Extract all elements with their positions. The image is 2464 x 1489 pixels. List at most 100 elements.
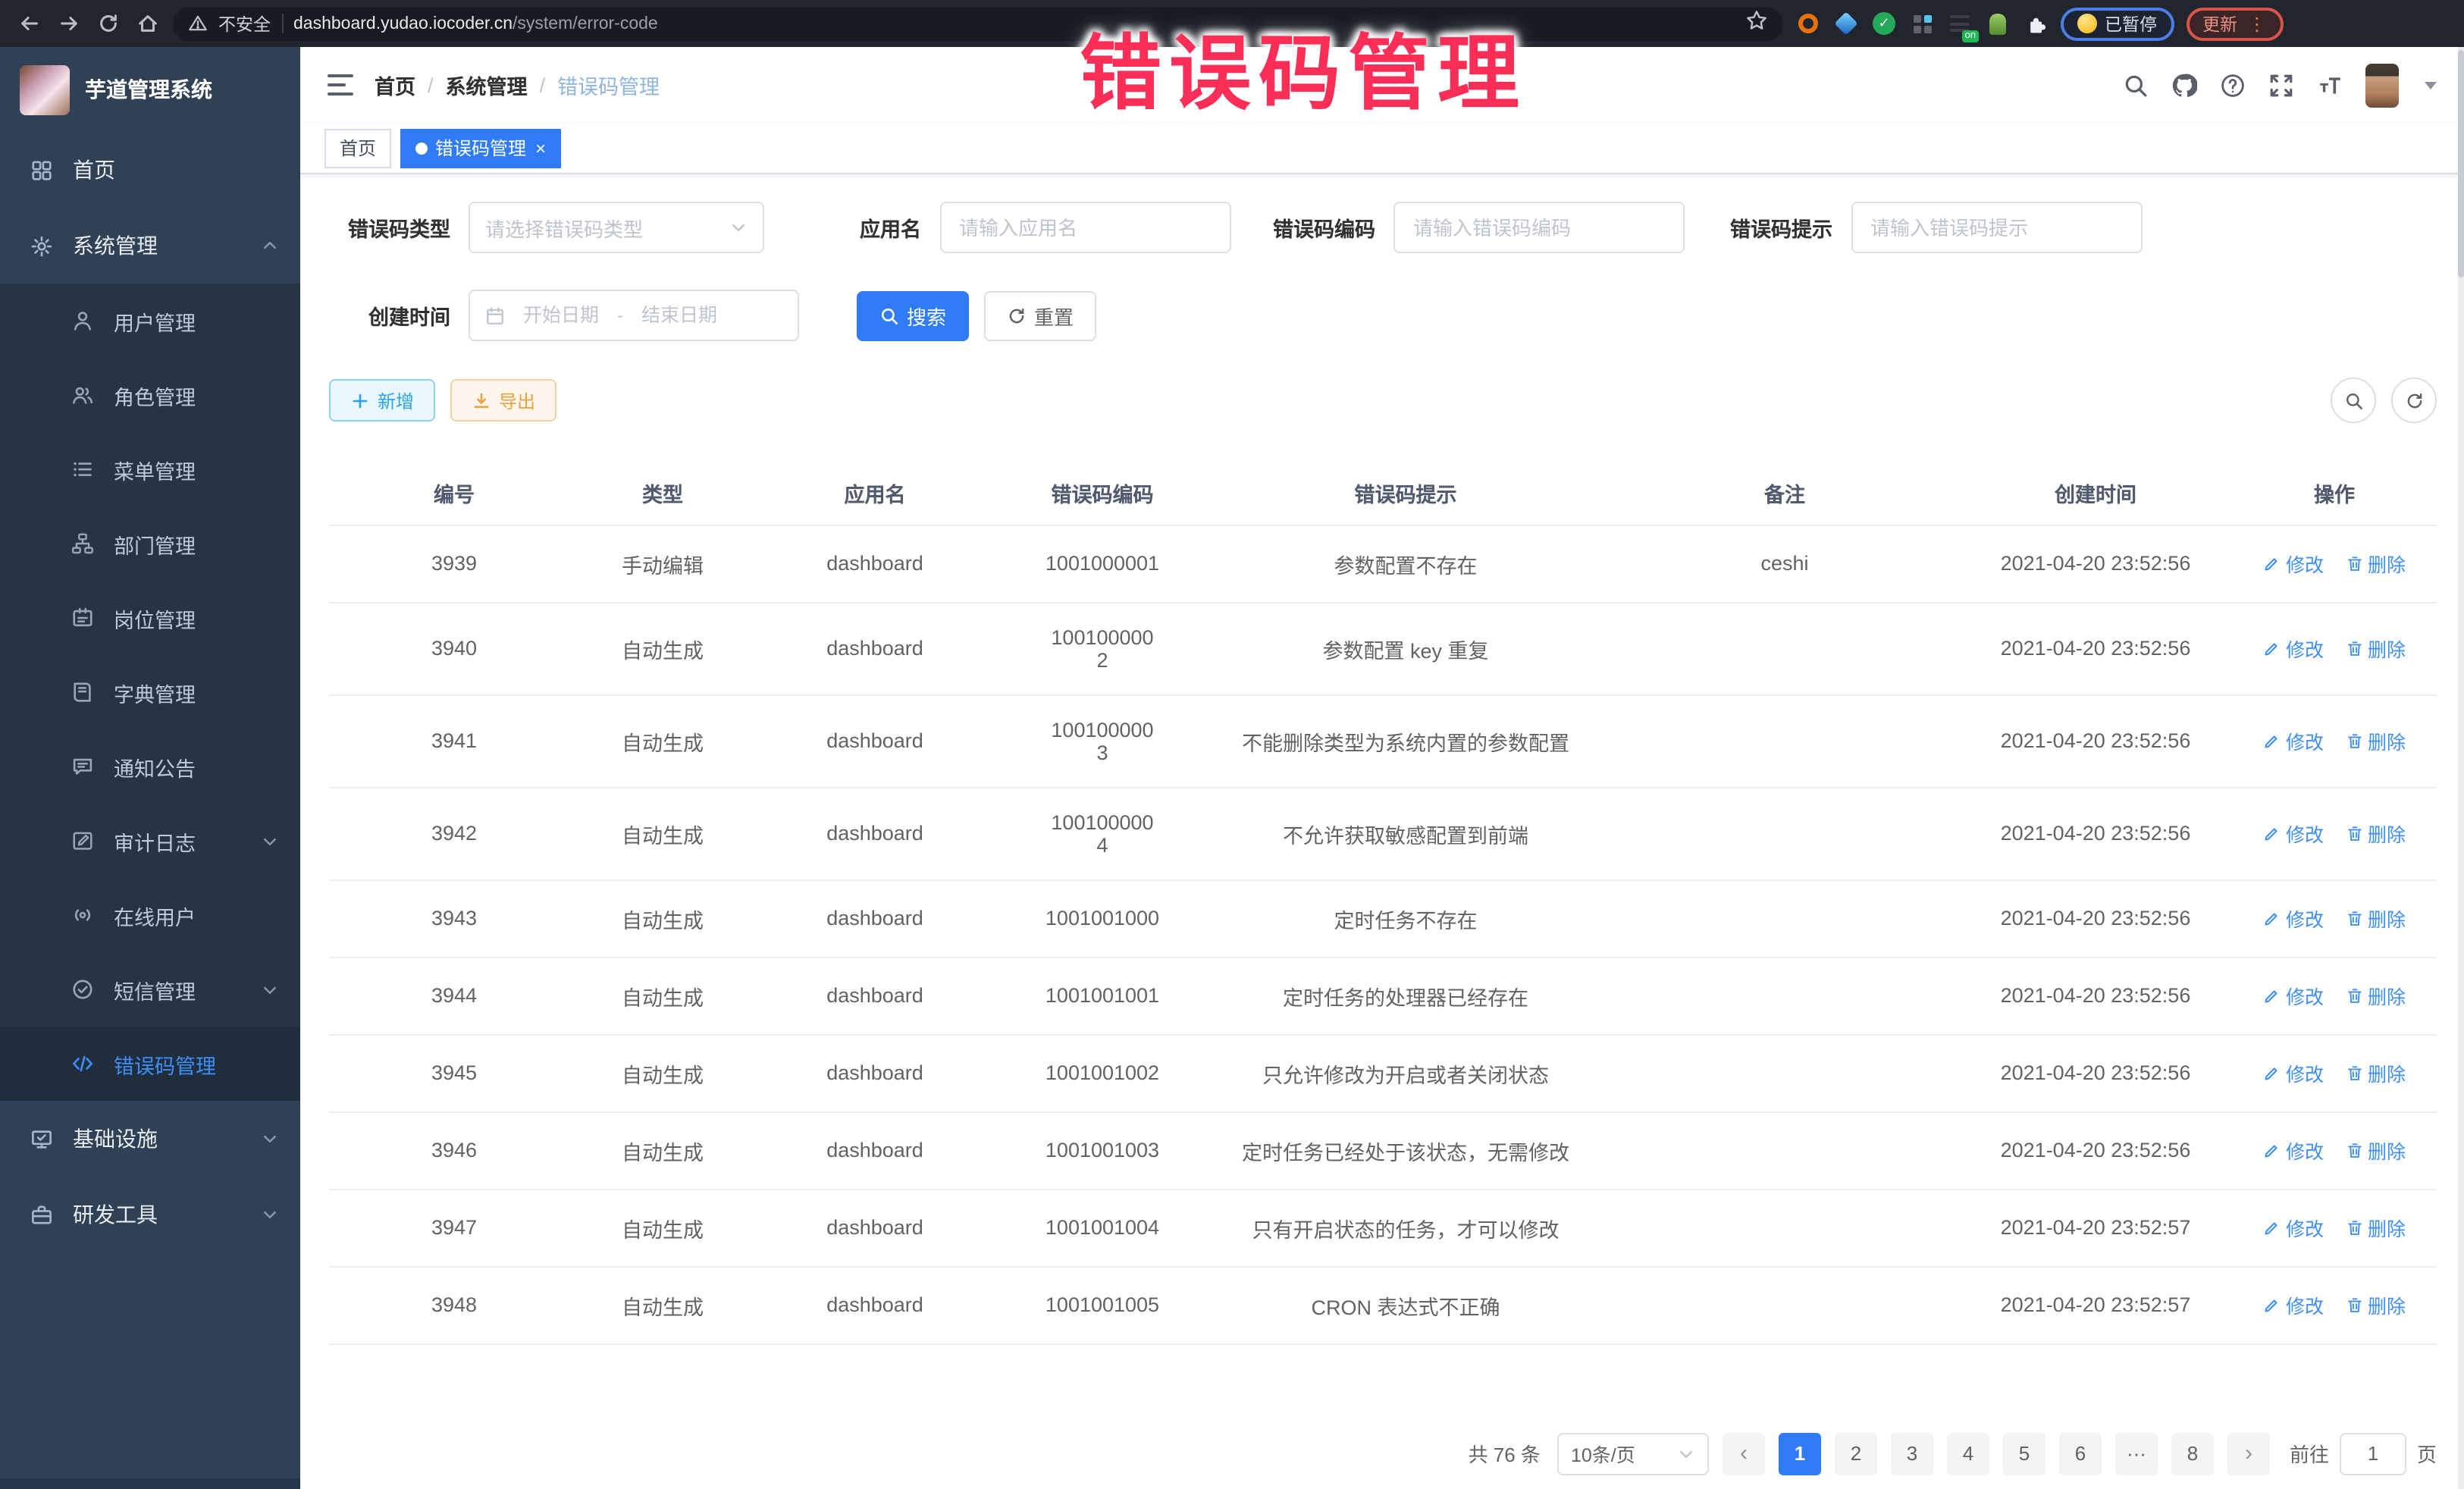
user-menu-caret-icon[interactable]	[2425, 81, 2437, 89]
export-button[interactable]: 导出	[450, 379, 556, 422]
sidebar-item-label: 首页	[73, 155, 115, 185]
sidebar-item-sms[interactable]: 短信管理	[0, 952, 300, 1027]
delete-link[interactable]: 删除	[2345, 981, 2406, 1010]
delete-link[interactable]: 删除	[2345, 726, 2406, 755]
extension-grid-icon[interactable]	[1909, 11, 1935, 36]
extension-key-icon[interactable]	[1985, 11, 2011, 36]
delete-link[interactable]: 删除	[2345, 1136, 2406, 1165]
error-code-input[interactable]	[1413, 216, 1665, 239]
page-button-5[interactable]: 5	[2003, 1432, 2045, 1475]
sidebar-item-roles[interactable]: 角色管理	[0, 358, 300, 432]
bookmark-star-icon[interactable]	[1745, 8, 1768, 39]
toggle-search-button[interactable]	[2331, 378, 2376, 423]
prev-page-button[interactable]: ‹	[1723, 1432, 1765, 1475]
app-logo-row[interactable]: 芋道管理系统	[0, 47, 300, 132]
start-date-input[interactable]	[514, 305, 608, 326]
edit-link[interactable]: 修改	[2263, 981, 2324, 1010]
page-button-2[interactable]: 2	[1835, 1432, 1877, 1475]
browser-menu-icon[interactable]: ⋮	[2248, 14, 2266, 33]
app-title: 芋道管理系统	[85, 74, 212, 105]
tab-error-code[interactable]: 错误码管理 ×	[400, 128, 561, 168]
create-time-label: 创建时间	[329, 300, 450, 331]
reload-icon[interactable]	[94, 10, 121, 37]
sidebar-item-notices[interactable]: 通知公告	[0, 729, 300, 804]
next-page-button[interactable]: ›	[2227, 1432, 2270, 1475]
page-button-8[interactable]: 8	[2171, 1432, 2214, 1475]
close-icon[interactable]: ×	[535, 139, 546, 157]
edit-link[interactable]: 修改	[2263, 1290, 2324, 1319]
trash-icon	[2345, 1218, 2363, 1237]
tab-home[interactable]: 首页	[324, 128, 391, 168]
sidebar-item-menus[interactable]: 菜单管理	[0, 432, 300, 506]
trash-icon	[2345, 732, 2363, 750]
sidebar-item-home[interactable]: 首页	[0, 132, 300, 208]
edit-link[interactable]: 修改	[2263, 1213, 2324, 1242]
extension-gem-icon[interactable]	[1833, 11, 1859, 36]
extension-green-check-icon[interactable]: ✓	[1871, 11, 1897, 36]
extensions-puzzle-icon[interactable]	[2023, 11, 2049, 36]
edit-link[interactable]: 修改	[2263, 819, 2324, 848]
app-name-input[interactable]	[959, 216, 1211, 239]
sidebar-item-users[interactable]: 用户管理	[0, 284, 300, 358]
scrollbar[interactable]	[2458, 47, 2464, 1489]
header-search-icon[interactable]	[2123, 72, 2149, 98]
page-button-1[interactable]: 1	[1779, 1432, 1821, 1475]
page-ellipsis[interactable]: ···	[2115, 1432, 2158, 1475]
end-date-input[interactable]	[632, 305, 726, 326]
refresh-table-button[interactable]	[2391, 378, 2437, 423]
sidebar-item-infrastructure[interactable]: 基础设施	[0, 1101, 300, 1177]
delete-link[interactable]: 删除	[2345, 549, 2406, 578]
date-range-picker[interactable]: -	[469, 290, 799, 341]
goto-page-input[interactable]	[2340, 1432, 2406, 1475]
browser-update-button[interactable]: 更新 ⋮	[2186, 7, 2283, 40]
error-type-select[interactable]: 请选择错误码类型	[469, 202, 764, 253]
extension-list-icon[interactable]: on	[1947, 11, 1973, 36]
github-icon[interactable]	[2171, 72, 2197, 98]
sidebar-item-dev-tools[interactable]: 研发工具	[0, 1177, 300, 1252]
page-size-select[interactable]: 10条/页	[1557, 1432, 1709, 1475]
error-hint-input[interactable]	[1870, 216, 2122, 239]
search-button[interactable]: 搜索	[857, 290, 969, 340]
delete-link[interactable]: 删除	[2345, 634, 2406, 663]
edit-link[interactable]: 修改	[2263, 634, 2324, 663]
trash-icon	[2345, 554, 2363, 572]
sidebar-item-posts[interactable]: 岗位管理	[0, 581, 300, 655]
page-button-3[interactable]: 3	[1891, 1432, 1933, 1475]
add-button[interactable]: 新增	[329, 379, 435, 422]
delete-link[interactable]: 删除	[2345, 1058, 2406, 1087]
sidebar-item-error-code[interactable]: 错误码管理	[0, 1027, 300, 1101]
page-button-4[interactable]: 4	[1947, 1432, 1989, 1475]
delete-link[interactable]: 删除	[2345, 1290, 2406, 1319]
edit-link[interactable]: 修改	[2263, 549, 2324, 578]
paused-extension-badge[interactable]: 已暂停	[2061, 7, 2174, 40]
sidebar-item-system[interactable]: 系统管理	[0, 208, 300, 284]
page-button-6[interactable]: 6	[2059, 1432, 2102, 1475]
back-icon[interactable]	[15, 10, 42, 37]
sidebar-item-audit-log[interactable]: 审计日志	[0, 804, 300, 878]
chevron-down-icon	[261, 1130, 279, 1148]
edit-link[interactable]: 修改	[2263, 1136, 2324, 1165]
sidebar-item-dictionary[interactable]: 字典管理	[0, 655, 300, 729]
delete-link[interactable]: 删除	[2345, 819, 2406, 848]
breadcrumb-home[interactable]: 首页	[375, 70, 415, 100]
edit-link[interactable]: 修改	[2263, 726, 2324, 755]
user-avatar[interactable]	[2365, 63, 2399, 107]
col-type: 类型	[579, 462, 746, 525]
delete-link[interactable]: 删除	[2345, 904, 2406, 933]
edit-link[interactable]: 修改	[2263, 904, 2324, 933]
help-icon[interactable]	[2220, 72, 2246, 98]
sidebar-toggle-icon[interactable]	[328, 74, 353, 96]
edit-link[interactable]: 修改	[2263, 1058, 2324, 1087]
extension-orange-icon[interactable]	[1795, 11, 1821, 36]
cell-hint: 不能删除类型为系统内置的参数配置	[1201, 694, 1610, 787]
home-icon[interactable]	[133, 10, 161, 37]
breadcrumb-system[interactable]: 系统管理	[446, 70, 528, 100]
sidebar-item-online-users[interactable]: 在线用户	[0, 878, 300, 952]
sidebar-item-departments[interactable]: 部门管理	[0, 506, 300, 581]
fullscreen-icon[interactable]	[2268, 72, 2294, 98]
reset-button[interactable]: 重置	[984, 290, 1096, 340]
forward-icon[interactable]	[55, 10, 82, 37]
address-bar[interactable]: 不安全 dashboard.yudao.iocoder.cn/system/er…	[173, 7, 1783, 40]
delete-link[interactable]: 删除	[2345, 1213, 2406, 1242]
font-size-icon[interactable]	[2317, 72, 2343, 98]
